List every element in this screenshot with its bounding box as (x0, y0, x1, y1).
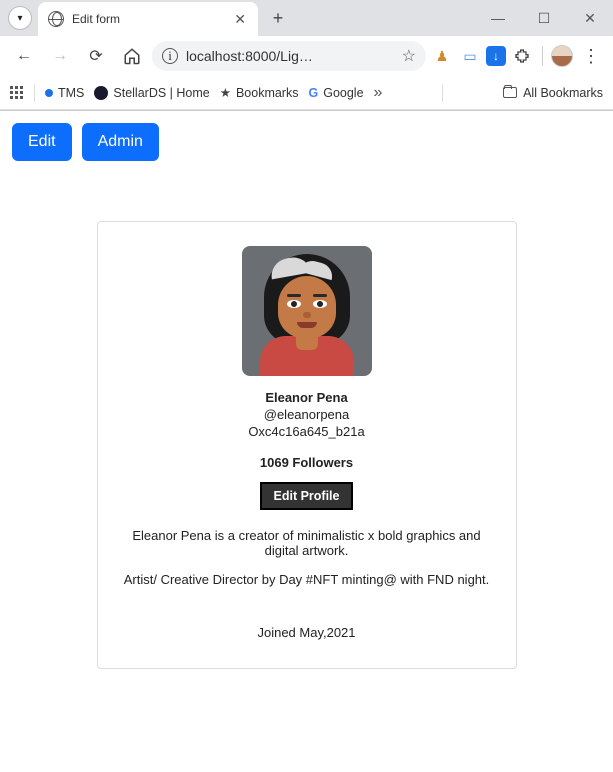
bookmark-separator (442, 84, 443, 102)
home-button[interactable] (116, 40, 148, 72)
bookmark-separator (34, 84, 35, 102)
bookmark-google[interactable]: G Google (308, 86, 363, 100)
profile-bio-line-2: Artist/ Creative Director by Day #NFT mi… (118, 572, 496, 587)
window-controls: — ☐ ✕ (475, 0, 613, 36)
back-button[interactable]: ← (8, 40, 40, 72)
bookmark-label: Bookmarks (236, 86, 299, 100)
edit-button[interactable]: Edit (12, 123, 72, 161)
page-content: Edit Admin Eleanor Pena @eleanorpena Oxc… (0, 111, 613, 681)
tab-strip: ▾ Edit form ✕ + — ☐ ✕ (0, 0, 613, 36)
new-tab-button[interactable]: + (264, 4, 292, 32)
dot-icon (94, 86, 108, 100)
tab-search-dropdown[interactable]: ▾ (8, 6, 32, 30)
globe-icon (48, 11, 64, 27)
dot-icon (45, 89, 53, 97)
top-button-row: Edit Admin (12, 123, 601, 161)
avatar (242, 246, 372, 376)
forward-button[interactable]: → (44, 40, 76, 72)
extension-icon-3[interactable]: ↓ (486, 46, 506, 66)
admin-button[interactable]: Admin (82, 123, 159, 161)
extension-icon-1[interactable]: ♟ (430, 44, 454, 68)
folder-icon (503, 87, 517, 98)
bookmarks-overflow-icon[interactable]: » (374, 84, 383, 102)
edit-profile-button[interactable]: Edit Profile (260, 482, 354, 510)
site-info-icon[interactable]: i (162, 48, 178, 64)
apps-icon[interactable] (10, 86, 24, 100)
google-icon: G (308, 86, 318, 100)
bookmark-label: StellarDS | Home (113, 86, 209, 100)
extensions-menu-icon[interactable] (510, 44, 534, 68)
star-icon: ★ (220, 85, 231, 100)
profile-bio-line-1: Eleanor Pena is a creator of minimalisti… (118, 528, 496, 558)
bookmark-tms[interactable]: TMS (45, 86, 84, 100)
close-tab-icon[interactable]: ✕ (232, 11, 248, 28)
reload-button[interactable]: ⟳ (80, 40, 112, 72)
extension-icon-2[interactable]: ▭ (458, 44, 482, 68)
close-window-button[interactable]: ✕ (567, 0, 613, 36)
bookmark-stellards[interactable]: StellarDS | Home (94, 86, 209, 100)
bookmarks-bar: TMS StellarDS | Home ★ Bookmarks G Googl… (0, 76, 613, 110)
maximize-button[interactable]: ☐ (521, 0, 567, 36)
profile-name: Eleanor Pena (118, 390, 496, 405)
browser-menu-icon[interactable]: ⋮ (577, 46, 605, 67)
browser-tab[interactable]: Edit form ✕ (38, 2, 258, 36)
profile-handle: @eleanorpena (118, 407, 496, 422)
profile-card: Eleanor Pena @eleanorpena Oxc4c16a645_b2… (97, 221, 517, 669)
all-bookmarks-label: All Bookmarks (523, 86, 603, 100)
browser-chrome: ▾ Edit form ✕ + — ☐ ✕ ← → ⟳ i localhost:… (0, 0, 613, 111)
url-text: localhost:8000/Lig… (186, 48, 394, 64)
bookmark-label: Google (323, 86, 363, 100)
tab-title: Edit form (72, 12, 224, 26)
profile-avatar-icon[interactable] (551, 45, 573, 67)
bookmark-star-icon[interactable]: ☆ (402, 46, 416, 66)
minimize-button[interactable]: — (475, 0, 521, 36)
bookmark-bookmarks[interactable]: ★ Bookmarks (220, 85, 299, 100)
all-bookmarks-button[interactable]: All Bookmarks (503, 86, 603, 100)
bookmark-label: TMS (58, 86, 84, 100)
toolbar: ← → ⟳ i localhost:8000/Lig… ☆ ♟ ▭ ↓ ⋮ (0, 36, 613, 76)
profile-wallet: Oxc4c16a645_b21a (118, 424, 496, 439)
profile-joined: Joined May,2021 (118, 625, 496, 640)
address-bar[interactable]: i localhost:8000/Lig… ☆ (152, 41, 426, 71)
profile-followers: 1069 Followers (118, 455, 496, 470)
toolbar-divider (542, 46, 543, 66)
